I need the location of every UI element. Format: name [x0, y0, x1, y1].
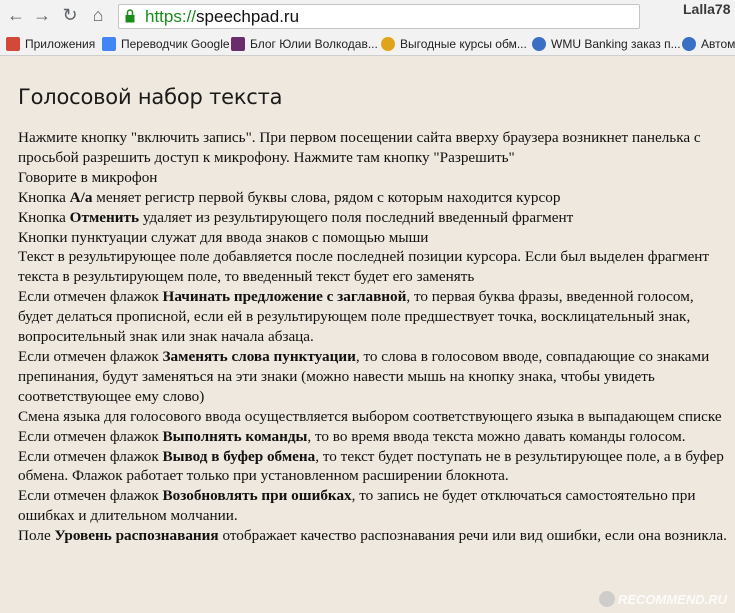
instruction-paragraph: Если отмечен флажок Вывод в буфер обмена…	[18, 447, 730, 487]
instruction-paragraph: Если отмечен флажок Начинать предложение…	[18, 287, 730, 347]
text-fragment: Если отмечен флажок	[18, 487, 163, 505]
bold-term: Выполнять команды	[162, 427, 308, 445]
bookmark-exchange[interactable]: Выгодные курсы обм...	[381, 36, 527, 52]
url-text: https://speechpad.ru	[145, 7, 300, 26]
text-fragment: Смена языка для голосового ввода осущест…	[18, 407, 722, 425]
blog-icon	[231, 37, 245, 51]
bookmark-wmu-banking[interactable]: WMU Banking заказ п...	[532, 36, 681, 52]
instruction-paragraph: Текст в результирующее поле добавляется …	[18, 247, 730, 287]
instruction-paragraph: Кнопки пунктуации служат для ввода знако…	[18, 228, 730, 248]
bookmark-google-translate[interactable]: Переводчик Google	[102, 36, 230, 52]
text-fragment: Текст в результирующее поле добавляется …	[18, 248, 710, 286]
lock-icon	[125, 9, 135, 23]
page-title: Голосовой набор текста	[18, 85, 283, 109]
text-fragment: Если отмечен флажок	[18, 427, 163, 445]
text-fragment: Если отмечен флажок	[18, 347, 163, 365]
instruction-paragraph: Кнопка A/a меняет регистр первой буквы с…	[18, 188, 730, 208]
bold-term: Отменить	[69, 208, 140, 226]
globe-icon	[682, 37, 696, 51]
instruction-paragraph: Говорите в микрофон	[18, 168, 730, 188]
home-icon[interactable]: ⌂	[88, 5, 108, 25]
page-content: Голосовой набор текста Нажмите кнопку "в…	[18, 58, 730, 546]
instruction-paragraph: Если отмечен флажок Выполнять команды, т…	[18, 427, 730, 447]
text-fragment: Кнопка	[18, 208, 70, 226]
text-fragment: отображает качество распознавания речи и…	[218, 527, 727, 545]
text-fragment: Говорите в микрофон	[18, 168, 158, 186]
browser-toolbar: ← → ↻ ⌂ https://speechpad.ru Lalla78	[0, 0, 735, 34]
text-fragment: удаляет из результирующего поля последни…	[139, 208, 574, 226]
forward-arrow-icon[interactable]: →	[32, 5, 52, 25]
text-fragment: , то во время ввода текста можно давать …	[307, 427, 686, 445]
bold-term: Заменять слова пунктуации	[162, 347, 356, 365]
bookmark-apps[interactable]: Приложения	[6, 36, 95, 52]
text-fragment: Кнопка	[18, 188, 70, 206]
globe-icon	[532, 37, 546, 51]
recommend-logo-icon	[598, 591, 615, 607]
bold-term: Уровень распознавания	[54, 527, 219, 545]
bold-term: Возобновлять при ошибках	[162, 487, 352, 505]
profile-name[interactable]: Lalla78	[683, 1, 730, 17]
exchange-icon	[381, 37, 395, 51]
instruction-paragraph: Нажмите кнопку "включить запись". При пе…	[18, 128, 730, 168]
bookmarks-bar: Приложения Переводчик Google Блог Юлии В…	[0, 33, 735, 56]
instructions-list: Нажмите кнопку "включить запись". При пе…	[18, 128, 730, 546]
text-fragment: меняет регистр первой буквы слова, рядом…	[92, 188, 561, 206]
bold-term: Начинать предложение с заглавной	[162, 288, 407, 306]
text-fragment: Поле	[18, 527, 55, 545]
apps-grid-icon	[6, 37, 20, 51]
text-fragment: Нажмите кнопку "включить запись". При пе…	[18, 129, 701, 166]
text-fragment: Если отмечен флажок	[18, 447, 163, 465]
back-arrow-icon[interactable]: ←	[6, 5, 26, 25]
address-bar[interactable]: https://speechpad.ru	[118, 4, 640, 29]
text-fragment: Кнопки пунктуации служат для ввода знако…	[18, 228, 429, 246]
watermark: RECOMMEND.RU	[598, 591, 727, 607]
instruction-paragraph: Если отмечен флажок Заменять слова пункт…	[18, 347, 730, 407]
instruction-paragraph: Если отмечен флажок Возобновлять при оши…	[18, 486, 730, 526]
bookmark-avtoma[interactable]: Автома	[682, 36, 735, 52]
instruction-paragraph: Смена языка для голосового ввода осущест…	[18, 407, 730, 427]
google-translate-icon	[102, 37, 116, 51]
bold-term: A/a	[69, 188, 93, 206]
instruction-paragraph: Поле Уровень распознавания отображает ка…	[18, 526, 730, 546]
instruction-paragraph: Кнопка Отменить удаляет из результирующе…	[18, 208, 730, 228]
text-fragment: Если отмечен флажок	[18, 288, 163, 306]
bookmark-blog[interactable]: Блог Юлии Волкодав...	[231, 36, 378, 52]
bold-term: Вывод в буфер обмена	[162, 447, 316, 465]
reload-icon[interactable]: ↻	[60, 5, 80, 25]
